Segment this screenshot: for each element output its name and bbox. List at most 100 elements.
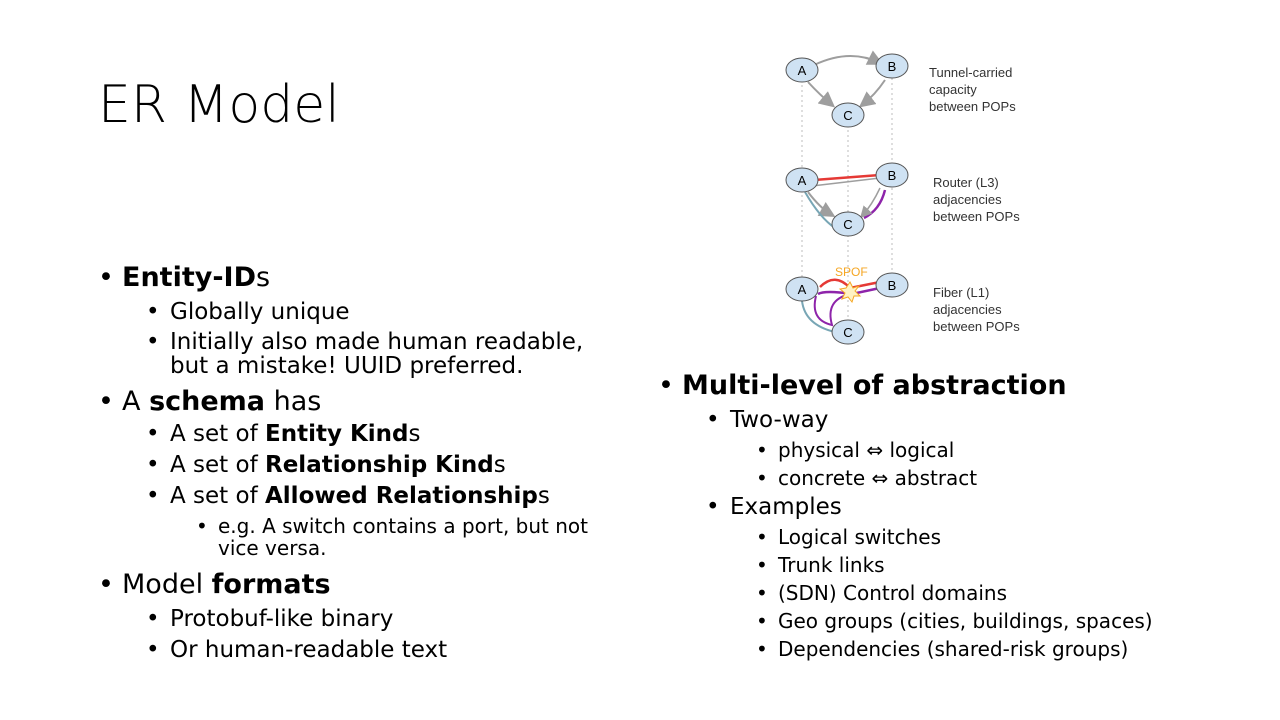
- allowed-relationships-post: s: [537, 483, 550, 509]
- schema-bold: schema: [149, 386, 266, 417]
- node-a-layer1: A: [785, 57, 819, 83]
- layer3-caption-line2: adjacencies: [933, 302, 1002, 317]
- node-c-label: C: [843, 325, 852, 340]
- layer1-caption-line3: between POPs: [929, 99, 1016, 114]
- node-b-layer1: B: [875, 53, 909, 79]
- sub-globally-unique: • Globally unique: [98, 299, 638, 326]
- human-text-text: Or human-readable text: [170, 637, 448, 663]
- bullet-dot: •: [756, 581, 768, 605]
- sub-physical-logical: • physical ⇔ logical: [658, 439, 1258, 462]
- bullet-dot: •: [146, 421, 160, 447]
- formats-bold: formats: [211, 569, 331, 600]
- protobuf-text: Protobuf-like binary: [170, 606, 394, 632]
- tunnel-arrow-bc: [858, 79, 886, 108]
- abstraction-diagram: SPOF A B C A B C A B C Tunnel-carried ca…: [785, 50, 1020, 345]
- bullet-dot: •: [146, 606, 160, 632]
- node-c-layer1: C: [831, 102, 865, 128]
- bullet-dot: •: [146, 483, 160, 509]
- sub-logical-switches: • Logical switches: [658, 526, 1258, 549]
- schema-post: has: [265, 386, 322, 417]
- layer2-caption-line2: adjacencies: [933, 192, 1002, 207]
- bullet-formats: • Model formats: [98, 569, 638, 601]
- bullet-dot: •: [146, 452, 160, 478]
- sub-control-domains: • (SDN) Control domains: [658, 582, 1258, 605]
- bullet-entity-ids: • Entity-IDs: [98, 262, 638, 294]
- layer3-caption-line3: between POPs: [933, 319, 1020, 334]
- layer3-caption: Fiber (L1) adjacencies between POPs: [933, 285, 1020, 334]
- allowed-relationships-bold: Allowed Relationship: [265, 483, 538, 509]
- node-b-layer2: B: [875, 162, 909, 188]
- sub-concrete-abstract: • concrete ⇔ abstract: [658, 467, 1258, 490]
- sub-twoway: • Two-way: [658, 407, 1258, 434]
- bullet-schema: • A schema has: [98, 386, 638, 418]
- node-c-layer2: C: [831, 211, 865, 237]
- sub-dependencies: • Dependencies (shared-risk groups): [658, 638, 1258, 661]
- bullet-dot: •: [146, 637, 160, 663]
- left-bullet-list: • Entity-IDs • Globally unique • Initial…: [98, 262, 638, 664]
- node-a-label: A: [798, 173, 807, 188]
- layer1-caption: Tunnel-carried capacity between POPs: [929, 65, 1016, 114]
- control-domains-text: (SDN) Control domains: [778, 581, 1007, 605]
- concrete-abstract-text: concrete ⇔ abstract: [778, 466, 978, 490]
- bullet-dot: •: [756, 438, 768, 462]
- node-a-layer3: A: [785, 276, 819, 302]
- sub-protobuf: • Protobuf-like binary: [98, 606, 638, 633]
- entity-kinds-bold: Entity Kind: [265, 421, 409, 447]
- layer2-caption-line3: between POPs: [933, 209, 1020, 224]
- layer3-caption-line1: Fiber (L1): [933, 285, 989, 300]
- bullet-dot: •: [98, 569, 114, 600]
- bullet-dot: •: [756, 553, 768, 577]
- sub-geo-groups: • Geo groups (cities, buildings, spaces): [658, 610, 1258, 633]
- bullet-dot: •: [756, 609, 768, 633]
- entity-ids-suffix: s: [256, 262, 271, 293]
- globally-unique-text: Globally unique: [170, 299, 350, 325]
- geo-groups-text: Geo groups (cities, buildings, spaces): [778, 609, 1153, 633]
- sub-example-switch: • e.g. A switch contains a port, but not…: [98, 515, 638, 559]
- node-c-label: C: [843, 217, 852, 232]
- twoway-text: Two-way: [730, 407, 829, 433]
- node-a-layer2: A: [785, 167, 819, 193]
- layer2-caption-line1: Router (L3): [933, 175, 999, 190]
- node-b-label: B: [888, 168, 897, 183]
- human-readable-text: Initially also made human readable,: [170, 329, 584, 355]
- bullet-multilevel: • Multi-level of abstraction: [658, 370, 1258, 402]
- node-b-label: B: [888, 59, 897, 74]
- entity-ids-bold: Entity-ID: [122, 262, 256, 293]
- bullet-dot: •: [756, 525, 768, 549]
- spof-label: SPOF: [835, 265, 868, 279]
- allowed-relationships-pre: A set of: [170, 483, 265, 509]
- relationship-kinds-bold: Relationship Kind: [265, 452, 494, 478]
- multilevel-heading: Multi-level of abstraction: [682, 370, 1067, 401]
- node-a-label: A: [798, 282, 807, 297]
- router-link-bc: [863, 189, 887, 220]
- entity-kinds-post: s: [408, 421, 421, 447]
- bullet-dot: •: [146, 299, 160, 325]
- tunnel-arrow-ab: [813, 50, 884, 66]
- node-b-layer3: B: [875, 272, 909, 298]
- node-a-label: A: [798, 63, 807, 78]
- logical-switches-text: Logical switches: [778, 525, 942, 549]
- node-b-label: B: [888, 278, 897, 293]
- schema-pre: A: [122, 386, 150, 417]
- bullet-dot: •: [98, 386, 114, 417]
- layer2-caption: Router (L3) adjacencies between POPs: [933, 175, 1020, 224]
- tunnel-arrow-ac: [807, 81, 836, 108]
- trunk-links-text: Trunk links: [778, 553, 885, 577]
- sub-relationship-kinds: • A set of Relationship Kinds: [98, 452, 638, 479]
- bullet-dot: •: [756, 637, 768, 661]
- bullet-dot: •: [146, 329, 160, 355]
- router-arrow-bc: [859, 187, 881, 219]
- sub-entity-kinds: • A set of Entity Kinds: [98, 421, 638, 448]
- dependencies-text: Dependencies (shared-risk groups): [778, 637, 1129, 661]
- example-line-1: e.g. A switch contains a port, but not: [218, 514, 588, 538]
- bullet-dot: •: [196, 514, 208, 538]
- node-c-label: C: [843, 108, 852, 123]
- sub-allowed-relationships: • A set of Allowed Relationships: [98, 483, 638, 510]
- bullet-dot: •: [756, 466, 768, 490]
- relationship-kinds-post: s: [493, 452, 506, 478]
- layer1-caption-line2: capacity: [929, 82, 977, 97]
- sub-trunk-links: • Trunk links: [658, 554, 1258, 577]
- example-line-2: vice versa.: [218, 536, 327, 560]
- formats-pre: Model: [122, 569, 212, 600]
- bullet-dot: •: [706, 494, 720, 520]
